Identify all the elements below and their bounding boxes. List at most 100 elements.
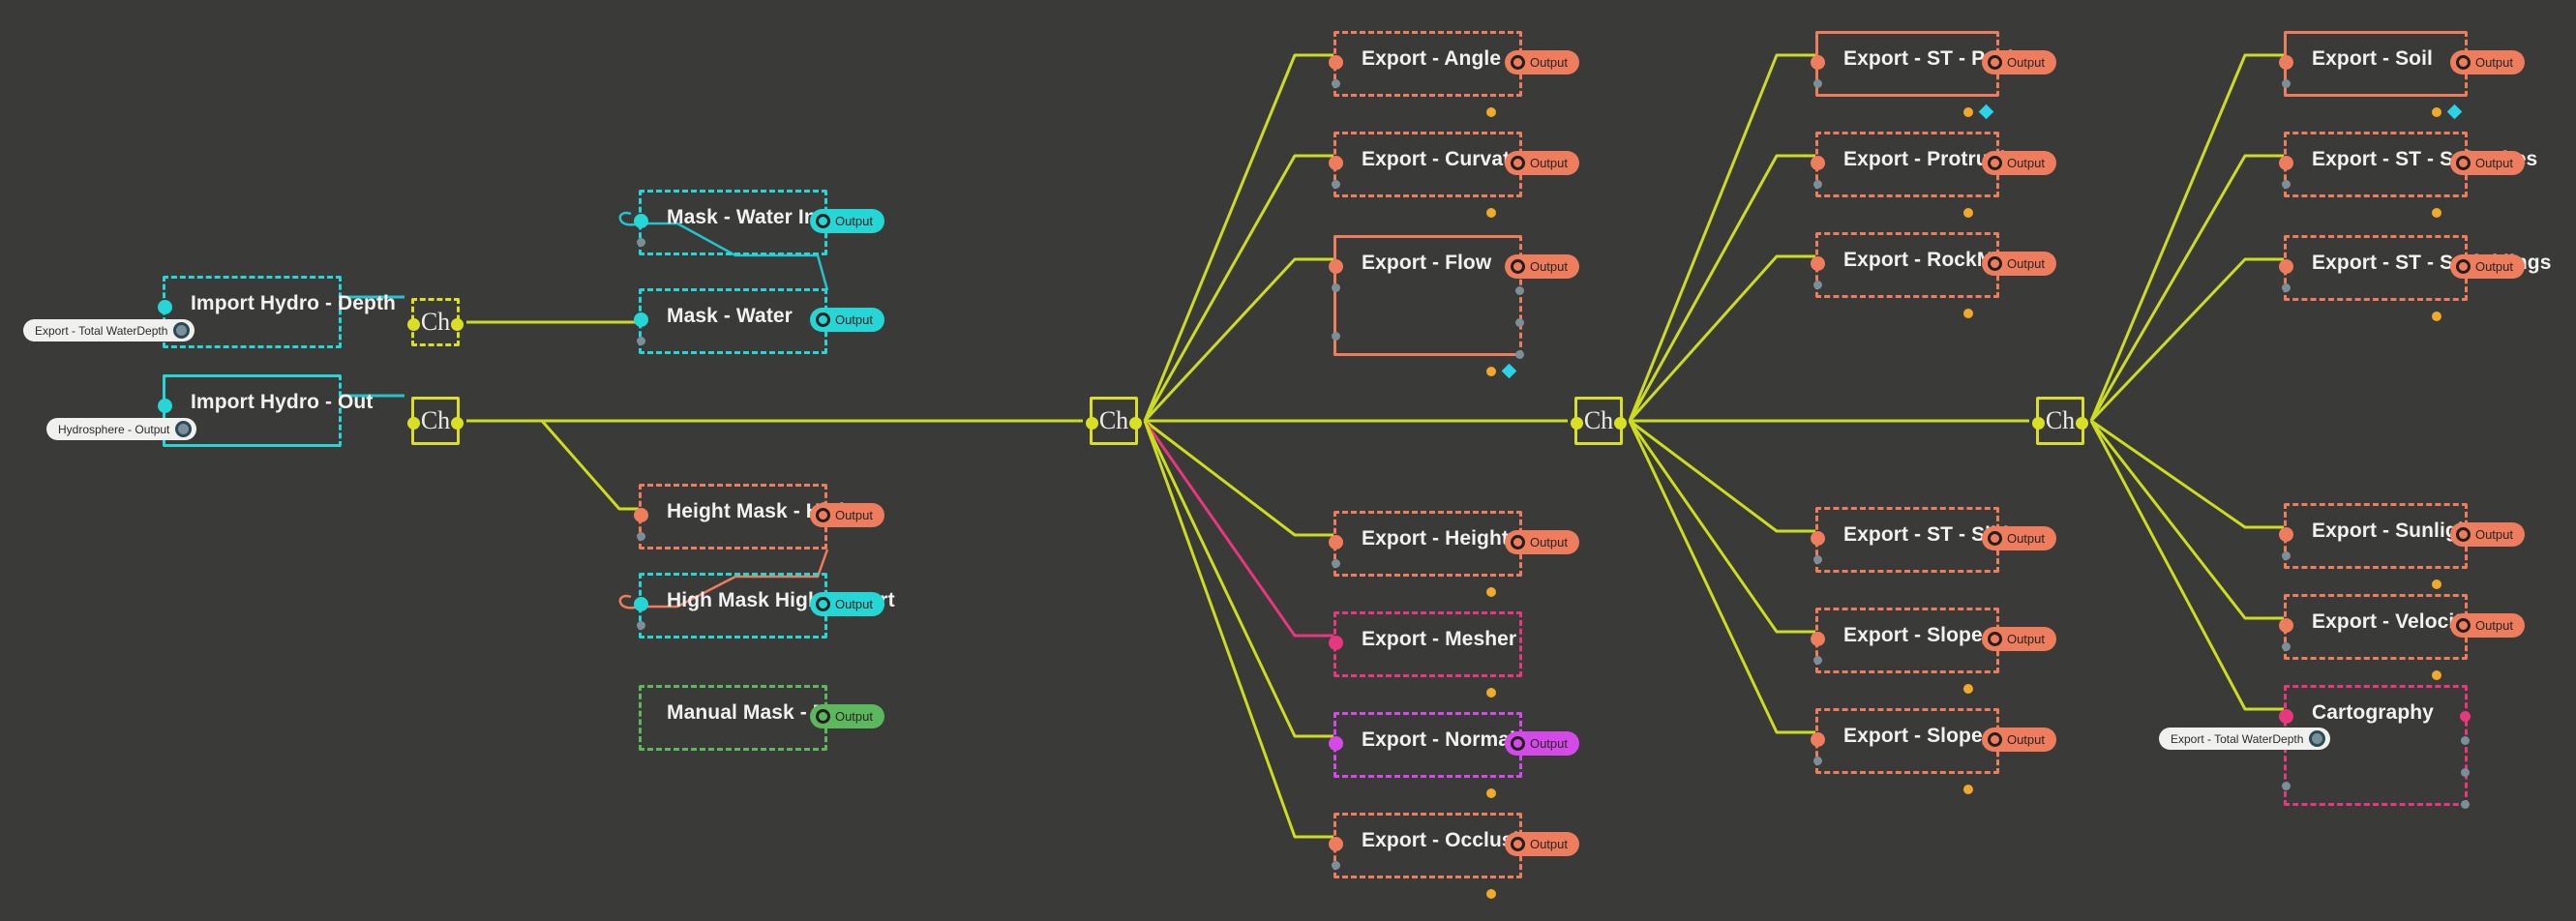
node-mask-water-invert[interactable]: Mask - Water Invert Output: [634, 190, 884, 255]
output-port-icon[interactable]: [2455, 259, 2471, 274]
node-right-port[interactable]: [1515, 350, 1524, 359]
node-secondary-port-low[interactable]: [1332, 332, 1340, 341]
node-export-occlusion[interactable]: Export - Occlusion Output: [1329, 813, 1579, 899]
output-port-icon[interactable]: [1510, 156, 1525, 170]
node-output-pill[interactable]: Output: [809, 308, 884, 332]
node-output-pill[interactable]: Output: [2449, 50, 2525, 74]
node-export-velocity[interactable]: Export - Velocity Output: [2279, 594, 2525, 680]
hub-input-port[interactable]: [407, 417, 420, 430]
node-input-port[interactable]: [1329, 259, 1343, 274]
output-port-icon[interactable]: [1510, 55, 1525, 70]
node-output-pill[interactable]: Output: [1504, 254, 1579, 279]
node-input-port[interactable]: [634, 597, 648, 611]
node-input-port[interactable]: [2279, 709, 2293, 724]
node-output-pill[interactable]: Output: [1981, 526, 2056, 550]
node-input-port[interactable]: [1329, 837, 1343, 851]
hub-ch-5[interactable]: Ch: [2032, 397, 2088, 445]
output-port-icon[interactable]: [2455, 618, 2471, 633]
node-input-port[interactable]: [1811, 632, 1825, 646]
node-input-port[interactable]: [1329, 636, 1343, 650]
hub-output-port[interactable]: [1614, 417, 1627, 430]
output-port-icon[interactable]: [1987, 632, 2002, 646]
node-export-sunlight[interactable]: Export - Sunlight Output: [2279, 503, 2525, 589]
node-input-port[interactable]: [1329, 156, 1343, 170]
node-secondary-port[interactable]: [1332, 180, 1340, 189]
hub-ch-3[interactable]: Ch: [1086, 397, 1142, 445]
node-secondary-port[interactable]: [637, 337, 645, 345]
node-output-pill[interactable]: Output: [809, 704, 884, 728]
output-port-icon[interactable]: [1510, 736, 1525, 751]
node-output-pill[interactable]: Output: [809, 209, 884, 233]
node-secondary-port[interactable]: [637, 238, 645, 247]
node-input-port[interactable]: [2279, 259, 2293, 274]
output-port-icon[interactable]: [1510, 535, 1525, 550]
chip-export-total-waterdepth-cartography[interactable]: Export - Total WaterDepth: [2159, 728, 2331, 750]
node-secondary-port[interactable]: [1813, 757, 1822, 765]
node-export-normal-map[interactable]: Export - Normal Map Output: [1329, 712, 1579, 798]
hub-ch-2[interactable]: Ch: [407, 397, 464, 445]
output-port-icon[interactable]: [1987, 531, 2002, 546]
node-input-port[interactable]: [158, 300, 172, 314]
node-secondary-port[interactable]: [1813, 281, 1822, 289]
node-export-flow[interactable]: Export - Flow Output: [1329, 235, 1579, 379]
node-output-pill[interactable]: Output: [1981, 151, 2056, 175]
node-output-pill[interactable]: Output: [1504, 530, 1579, 554]
output-port-icon[interactable]: [815, 508, 830, 522]
node-input-port[interactable]: [634, 508, 648, 522]
node-secondary-port[interactable]: [2282, 642, 2291, 651]
hub-ch-4[interactable]: Ch: [1571, 397, 1627, 445]
node-export-mesher[interactable]: Export - Mesher: [1329, 611, 1522, 698]
node-height-mask-high[interactable]: Height Mask - High Output: [634, 484, 884, 550]
node-export-soil[interactable]: Export - Soil Output: [2279, 31, 2525, 120]
output-port-icon[interactable]: [1987, 256, 2002, 271]
node-export-rockmap[interactable]: Export - RockMap Output: [1811, 232, 2056, 318]
chip-port-icon[interactable]: [2309, 730, 2326, 747]
node-mask-water[interactable]: Mask - Water Output: [634, 288, 884, 354]
chip-hydrosphere-output[interactable]: Hydrosphere - Output: [46, 418, 197, 440]
node-export-slope-15-90[interactable]: Export - Slope_15_90 Output: [1811, 608, 2056, 694]
node-output-pill[interactable]: Output: [1504, 832, 1579, 856]
output-port-icon[interactable]: [2455, 527, 2471, 542]
node-output-pill[interactable]: Output: [1981, 252, 2056, 276]
node-output-pill[interactable]: Output: [2449, 613, 2525, 638]
hub-output-port[interactable]: [1129, 417, 1142, 430]
node-input-port[interactable]: [1329, 535, 1343, 550]
output-port-icon[interactable]: [1510, 837, 1525, 851]
node-output-pill[interactable]: Output: [1981, 627, 2056, 651]
chip-port-icon[interactable]: [175, 421, 193, 437]
node-secondary-port[interactable]: [1332, 283, 1340, 292]
node-export-height[interactable]: Export - Height Output: [1329, 511, 1579, 597]
output-port-icon[interactable]: [815, 312, 830, 327]
output-port-icon[interactable]: [815, 214, 830, 228]
hub-input-port[interactable]: [1571, 417, 1583, 430]
node-export-protrusion[interactable]: Export - Protrusion Output: [1811, 132, 2056, 218]
output-port-icon[interactable]: [1987, 732, 2002, 747]
node-output-pill[interactable]: Output: [2449, 522, 2525, 547]
chip-port-icon[interactable]: [173, 322, 191, 339]
node-output-pill[interactable]: Output: [809, 592, 884, 616]
node-secondary-port[interactable]: [2282, 283, 2291, 292]
node-right-port[interactable]: [1515, 286, 1524, 295]
node-output-pill[interactable]: Output: [1981, 728, 2056, 752]
node-input-port[interactable]: [1329, 55, 1343, 70]
output-port-icon[interactable]: [2455, 55, 2471, 70]
node-secondary-port[interactable]: [637, 532, 645, 541]
node-export-curvature[interactable]: Export - Curvature Output: [1329, 132, 1579, 218]
node-input-port[interactable]: [1329, 736, 1343, 751]
node-secondary-port[interactable]: [1813, 79, 1822, 88]
node-graph-canvas[interactable]: Import Hydro - Depth Import Hydro - Out Ma…: [0, 0, 2576, 921]
node-input-port[interactable]: [1811, 732, 1825, 747]
node-high-mask-high-invert[interactable]: High Mask High - Invert Output: [634, 573, 895, 639]
chip-export-total-waterdepth-depth[interactable]: Export - Total WaterDepth: [23, 319, 195, 342]
node-input-port[interactable]: [2279, 618, 2293, 633]
node-input-port[interactable]: [1811, 531, 1825, 546]
output-port-icon[interactable]: [2455, 156, 2471, 170]
node-input-port[interactable]: [634, 214, 648, 228]
node-output-pill[interactable]: Output: [809, 503, 884, 527]
node-input-port[interactable]: [1811, 55, 1825, 70]
node-right-port[interactable]: [2460, 711, 2471, 722]
node-secondary-port[interactable]: [1813, 555, 1822, 564]
node-input-port[interactable]: [1811, 156, 1825, 170]
node-right-port[interactable]: [1515, 318, 1524, 327]
node-input-port[interactable]: [1811, 256, 1825, 271]
